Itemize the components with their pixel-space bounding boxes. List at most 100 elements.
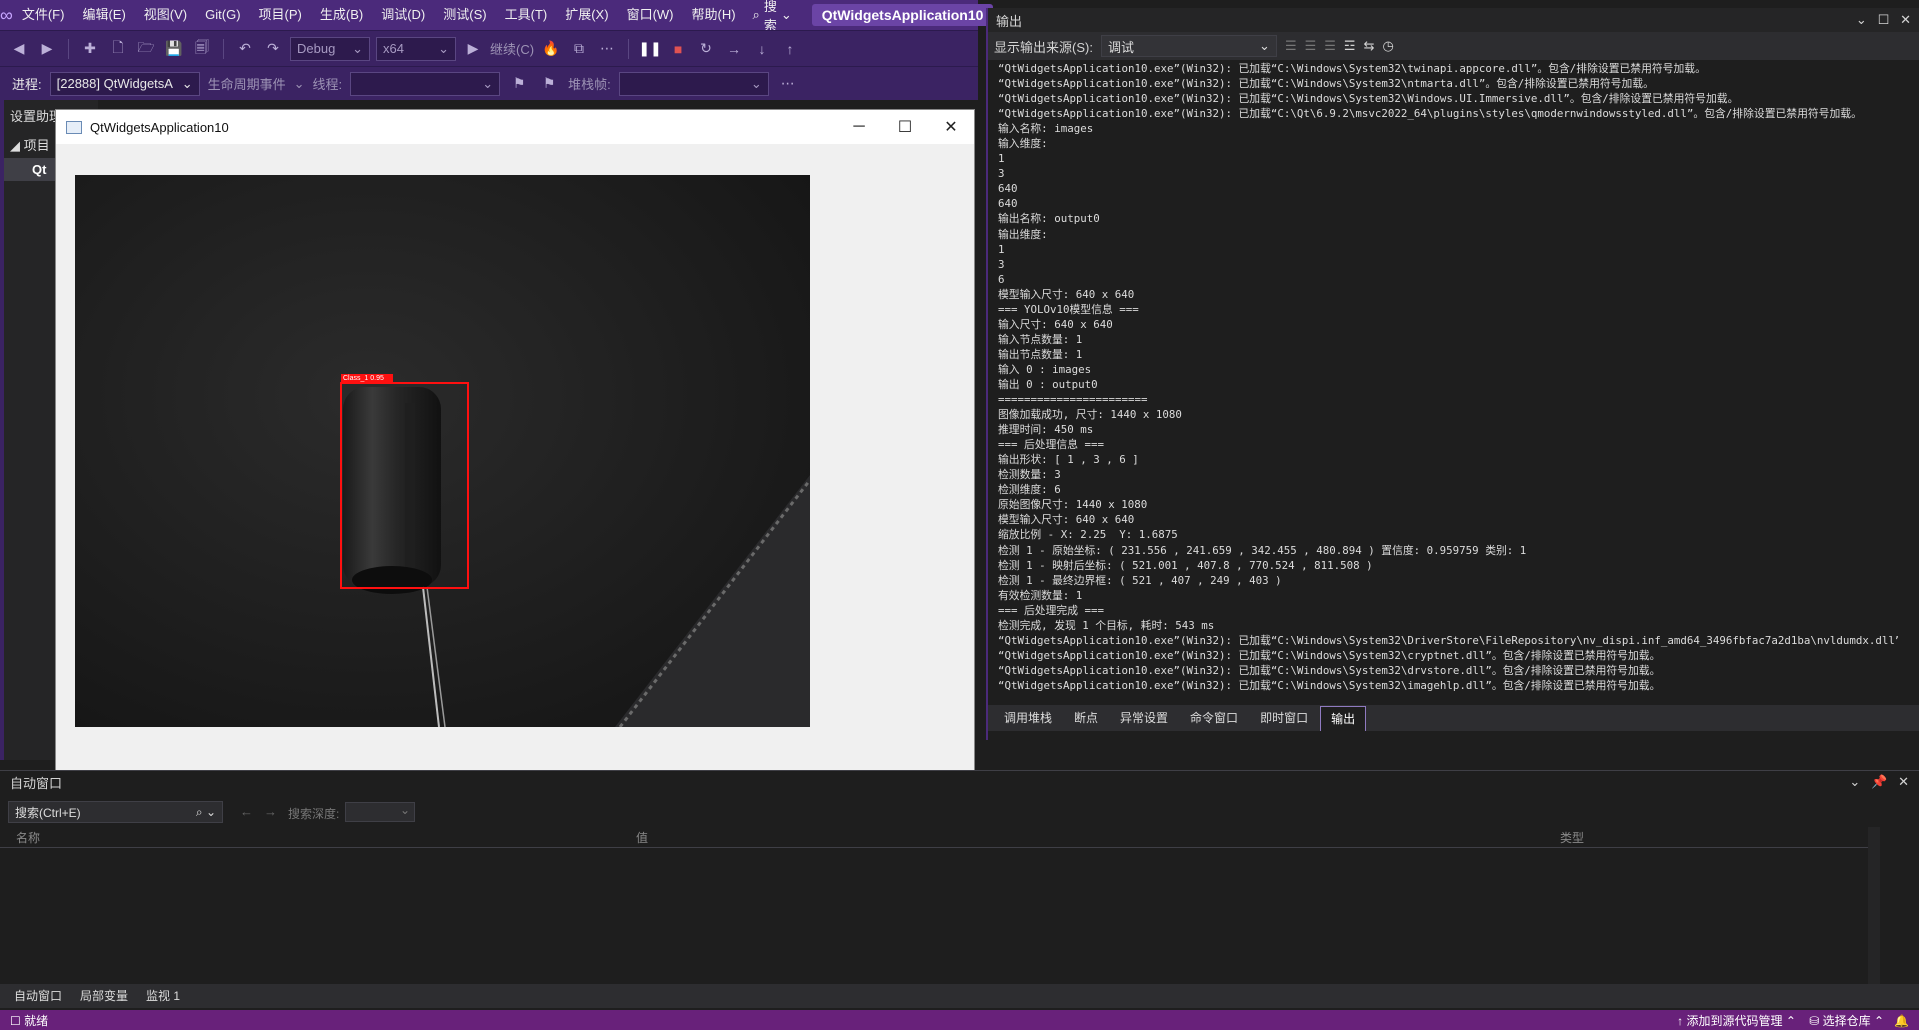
column-value[interactable]: 值 [636,829,648,846]
panel-controls: ⌄ ☐ ✕ [1856,12,1911,28]
flag-icon[interactable]: ⚑ [508,73,530,95]
search-icon[interactable]: ⌕ ⌄ [196,805,216,820]
output-text: “QtWidgetsApplication10.exe”(Win32): 已加载… [998,61,1898,699]
close-icon[interactable]: ✕ [1898,774,1909,789]
maximize-icon[interactable]: ☐ [882,117,928,137]
next-message-icon[interactable]: ☰ [1324,38,1336,54]
menu-build[interactable]: 生成(B) [311,0,372,30]
tab-autos[interactable]: 自动窗口 [8,984,68,1008]
autos-scrollbar[interactable] [1868,827,1880,987]
output-line: 输入尺寸: 640 x 640 [998,317,1113,331]
more-icon[interactable]: ⋯ [777,73,799,95]
debug-tool-tabs: 自动窗口 局部变量 监视 1 [0,984,1919,1008]
minimize-icon[interactable]: ─ [836,118,882,136]
undo-icon[interactable]: ↶ [234,38,256,60]
visual-studio-logo-icon[interactable]: ∞ [0,0,13,30]
pin-icon[interactable]: 📌 [1871,774,1887,789]
tab-output[interactable]: 输出 [1320,705,1367,731]
autos-search-input[interactable]: 搜索(Ctrl+E) ⌕ ⌄ [8,801,223,823]
column-type[interactable]: 类型 [1560,829,1584,846]
autos-search-placeholder: 搜索(Ctrl+E) [15,805,81,820]
menu-help[interactable]: 帮助(H) [683,0,745,30]
menu-tools[interactable]: 工具(T) [496,0,557,30]
qt-title-bar[interactable]: QtWidgetsApplication10 ─ ☐ ✕ [56,110,974,144]
thread-dropdown[interactable]: ⌄ [350,71,501,96]
tab-breakpoints[interactable]: 断点 [1064,706,1108,730]
output-source-label: 显示输出来源(S): [994,39,1093,55]
clear-all-icon[interactable]: ☲ [1344,38,1356,54]
notification-bell-icon[interactable]: 🔔 [1894,1014,1909,1028]
output-line: 输入名称: images [998,122,1094,136]
search-depth-dropdown[interactable]: ⌄ [345,802,415,822]
tab-call-stack[interactable]: 调用堆栈 [994,706,1062,730]
chevron-down-icon: ⌄ [1259,38,1270,53]
process-dropdown[interactable]: [22888] QtWidgetsA ⌄ [49,71,200,96]
close-icon[interactable]: ✕ [1900,12,1911,27]
restart-icon[interactable]: ↻ [695,38,717,60]
configuration-dropdown[interactable]: Debug ⌄ [290,36,370,61]
tab-exception-settings[interactable]: 异常设置 [1110,706,1178,730]
menu-window[interactable]: 窗口(W) [618,0,683,30]
menu-test[interactable]: 测试(S) [434,0,495,30]
maximize-icon[interactable]: ☐ [1878,12,1890,27]
menu-view[interactable]: 视图(V) [135,0,196,30]
pause-icon[interactable]: ❚❚ [638,38,661,60]
tab-watch-1[interactable]: 监视 1 [140,984,186,1008]
configuration-value: Debug [297,41,336,56]
redo-icon[interactable]: ↷ [262,38,284,60]
output-title: 输出 [996,13,1023,29]
browser-icon[interactable]: ⧉ [568,38,590,60]
menu-search[interactable]: ⌕ 搜索 ⌄ [745,0,800,34]
more-icon[interactable]: ⋯ [596,38,618,60]
step-over-icon[interactable]: → [723,38,745,60]
continue-button[interactable]: 继续(C) [490,39,534,58]
step-out-icon[interactable]: ↑ [779,38,801,60]
platform-dropdown[interactable]: x64 ⌄ [376,36,456,61]
output-line: 检测 1 - 映射后坐标: ( 521.001 , 407.8 , 770.52… [998,558,1373,572]
word-wrap-icon[interactable]: ⇆ [1364,38,1375,54]
output-source-value: 调试 [1107,39,1134,55]
column-name[interactable]: 名称 [16,829,40,846]
menu-git[interactable]: Git(G) [196,0,249,30]
continue-icon[interactable]: ▶ [462,38,484,60]
menu-debug[interactable]: 调试(D) [372,0,434,30]
new-file-icon[interactable]: 🗋 [107,38,129,60]
prev-message-icon[interactable]: ☰ [1305,38,1317,54]
status-ready: ☐ 就绪 [10,1013,49,1028]
nav-forward-icon[interactable]: → [264,804,277,819]
menu-file[interactable]: 文件(F) [13,0,74,30]
output-line: 640 [998,182,1018,196]
close-icon[interactable]: ✕ [928,117,974,137]
status-right: ↑ 添加到源代码管理 ⌃ ⛁ 选择仓库 ⌃ 🔔 [1677,1013,1909,1028]
output-source-dropdown[interactable]: 调试 ⌄ [1100,35,1277,57]
save-icon[interactable]: 💾 [163,38,185,60]
nav-back-icon[interactable]: ← [240,804,253,819]
stack-frame-dropdown[interactable]: ⌄ [618,71,769,96]
chevron-down-icon[interactable]: ⌄ [1856,12,1867,27]
tab-command-window[interactable]: 命令窗口 [1180,706,1248,730]
open-file-icon[interactable]: 🗁 [135,38,157,60]
chevron-down-icon[interactable]: ⌄ [1849,774,1860,789]
forward-icon[interactable]: ▶ [36,38,58,60]
menu-project[interactable]: 项目(P) [250,0,311,30]
hot-reload-icon[interactable]: 🔥 [540,38,562,60]
save-all-icon[interactable]: 🗐 [191,38,213,60]
new-project-icon[interactable]: ✚ [79,38,101,60]
output-line: 输入 0 : images [998,362,1092,376]
lifecycle-events-button[interactable]: 生命周期事件 [208,74,286,93]
step-into-icon[interactable]: ↓ [751,38,773,60]
menu-edit[interactable]: 编辑(E) [73,0,134,30]
project-node-label: 项目 [23,138,50,153]
expand-triangle-icon: ◢ [10,138,20,153]
add-to-source-control-button[interactable]: 添加到源代码管理 [1687,1014,1783,1028]
timestamp-icon[interactable]: ◷ [1382,38,1393,54]
find-message-icon[interactable]: ☰ [1285,38,1297,54]
menu-extensions[interactable]: 扩展(X) [556,0,617,30]
stop-icon[interactable]: ■ [667,38,689,60]
tab-immediate-window[interactable]: 即时窗口 [1250,706,1318,730]
back-icon[interactable]: ◀ [8,38,30,60]
flag-all-icon[interactable]: ⚑ [538,73,560,95]
thread-label: 线程: [312,77,343,92]
select-repository-button[interactable]: 选择仓库 [1823,1014,1871,1028]
tab-locals[interactable]: 局部变量 [74,984,134,1008]
